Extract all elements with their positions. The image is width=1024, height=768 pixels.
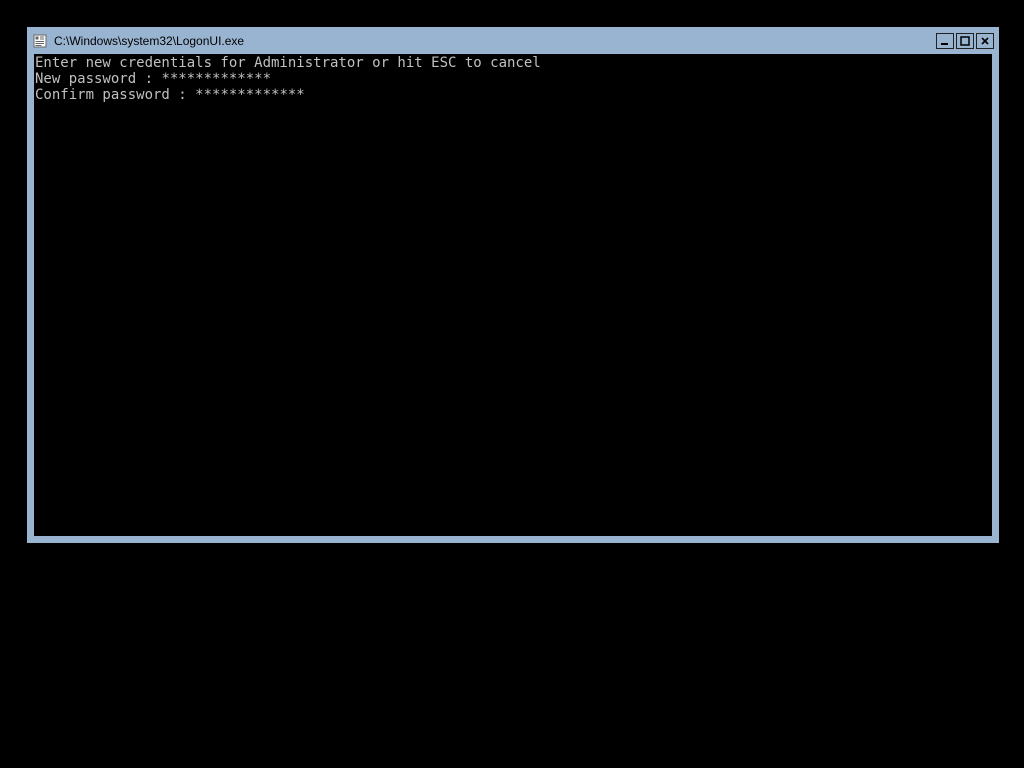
new-password-mask: ************* (161, 71, 271, 87)
new-password-label: New password : (35, 71, 161, 87)
confirm-password-mask: ************* (195, 87, 305, 103)
close-button[interactable] (976, 33, 994, 49)
console-prompt-line: Enter new credentials for Administrator … (35, 55, 991, 71)
console-new-password-line: New password : ************* (35, 71, 991, 87)
window-title: C:\Windows\system32\LogonUI.exe (54, 34, 936, 48)
console-confirm-password-line: Confirm password : ************* (35, 87, 991, 103)
console-area[interactable]: Enter new credentials for Administrator … (34, 54, 992, 536)
titlebar[interactable]: C:\Windows\system32\LogonUI.exe (28, 28, 998, 54)
minimize-button[interactable] (936, 33, 954, 49)
confirm-password-label: Confirm password : (35, 87, 195, 103)
window-controls (936, 33, 994, 49)
app-icon (32, 33, 48, 49)
window-frame: C:\Windows\system32\LogonUI.exe Enter ne… (27, 27, 999, 543)
maximize-button[interactable] (956, 33, 974, 49)
